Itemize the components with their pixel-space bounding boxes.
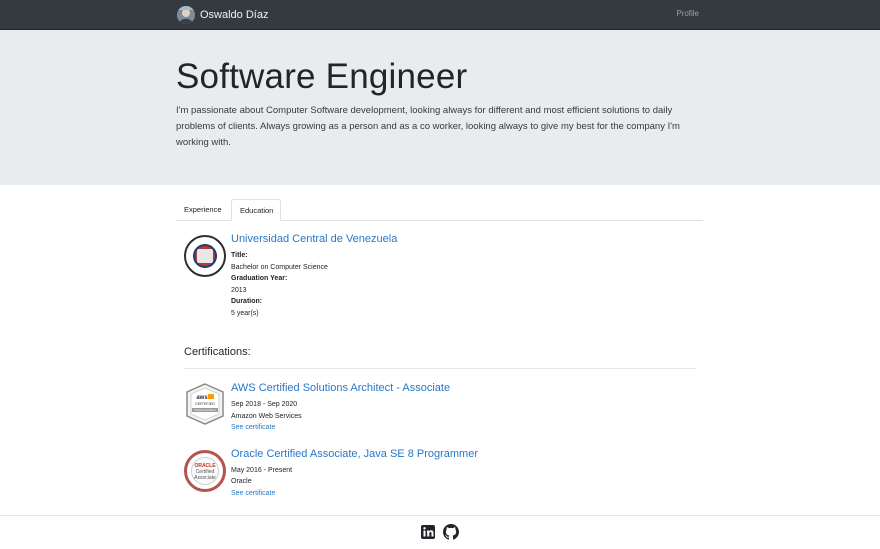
cert-oracle-title[interactable]: Oracle Certified Associate, Java SE 8 Pr… [231,448,478,460]
hero-section: Software Engineer I'm passionate about C… [0,30,880,185]
graduation-label: Graduation Year: [231,275,288,282]
cert-oracle-link[interactable]: See certificate [231,490,275,497]
school-name[interactable]: Universidad Central de Venezuela [231,233,397,245]
cert-aws-link[interactable]: See certificate [231,424,275,431]
avatar [177,6,195,24]
oracle-badge-text-bottom: Associate [194,475,216,481]
nav-profile-link[interactable]: Profile [676,9,699,18]
duration-label: Duration: [231,298,263,305]
aws-badge-text-mid: CERTIFIED [195,402,215,406]
aws-badge-text-top: aws [196,395,208,401]
page-title: Software Engineer [176,57,468,96]
duration-value: 5 year(s) [231,310,259,317]
aws-certified-badge-icon: aws CERTIFIED Solutions Architect [185,383,225,425]
cert-oracle-issuer: Oracle [231,478,252,485]
cert-aws-dates: Sep 2018 - Sep 2020 [231,401,298,408]
tab-bar: Experience Education [176,199,703,221]
navbar: Oswaldo Díaz Profile [0,0,880,30]
linkedin-icon[interactable] [420,524,436,540]
aws-badge-text-bottom: Solutions Architect [194,408,216,412]
github-icon[interactable] [443,524,459,540]
tab-education[interactable]: Education [231,199,281,221]
footer-social-links [420,524,459,540]
title-value: Bachelor on Computer Science [231,264,328,271]
hero-description: I'm passionate about Computer Software d… [176,105,680,148]
cert-oracle-dates: May 2016 - Present [231,467,293,474]
tab-experience[interactable]: Experience [176,199,231,220]
footer-divider [0,515,880,516]
brand-link[interactable]: Oswaldo Díaz [177,5,268,25]
university-logo [184,235,226,277]
oracle-certified-badge-icon: ORACLE Certified Associate [184,450,226,492]
divider [184,368,696,369]
title-label: Title: [231,252,248,259]
cert-aws-issuer: Amazon Web Services [231,413,302,420]
graduation-value: 2013 [231,287,247,294]
cert-aws-title[interactable]: AWS Certified Solutions Architect - Asso… [231,382,450,394]
brand-name: Oswaldo Díaz [200,9,269,21]
certifications-heading: Certifications: [184,346,251,358]
